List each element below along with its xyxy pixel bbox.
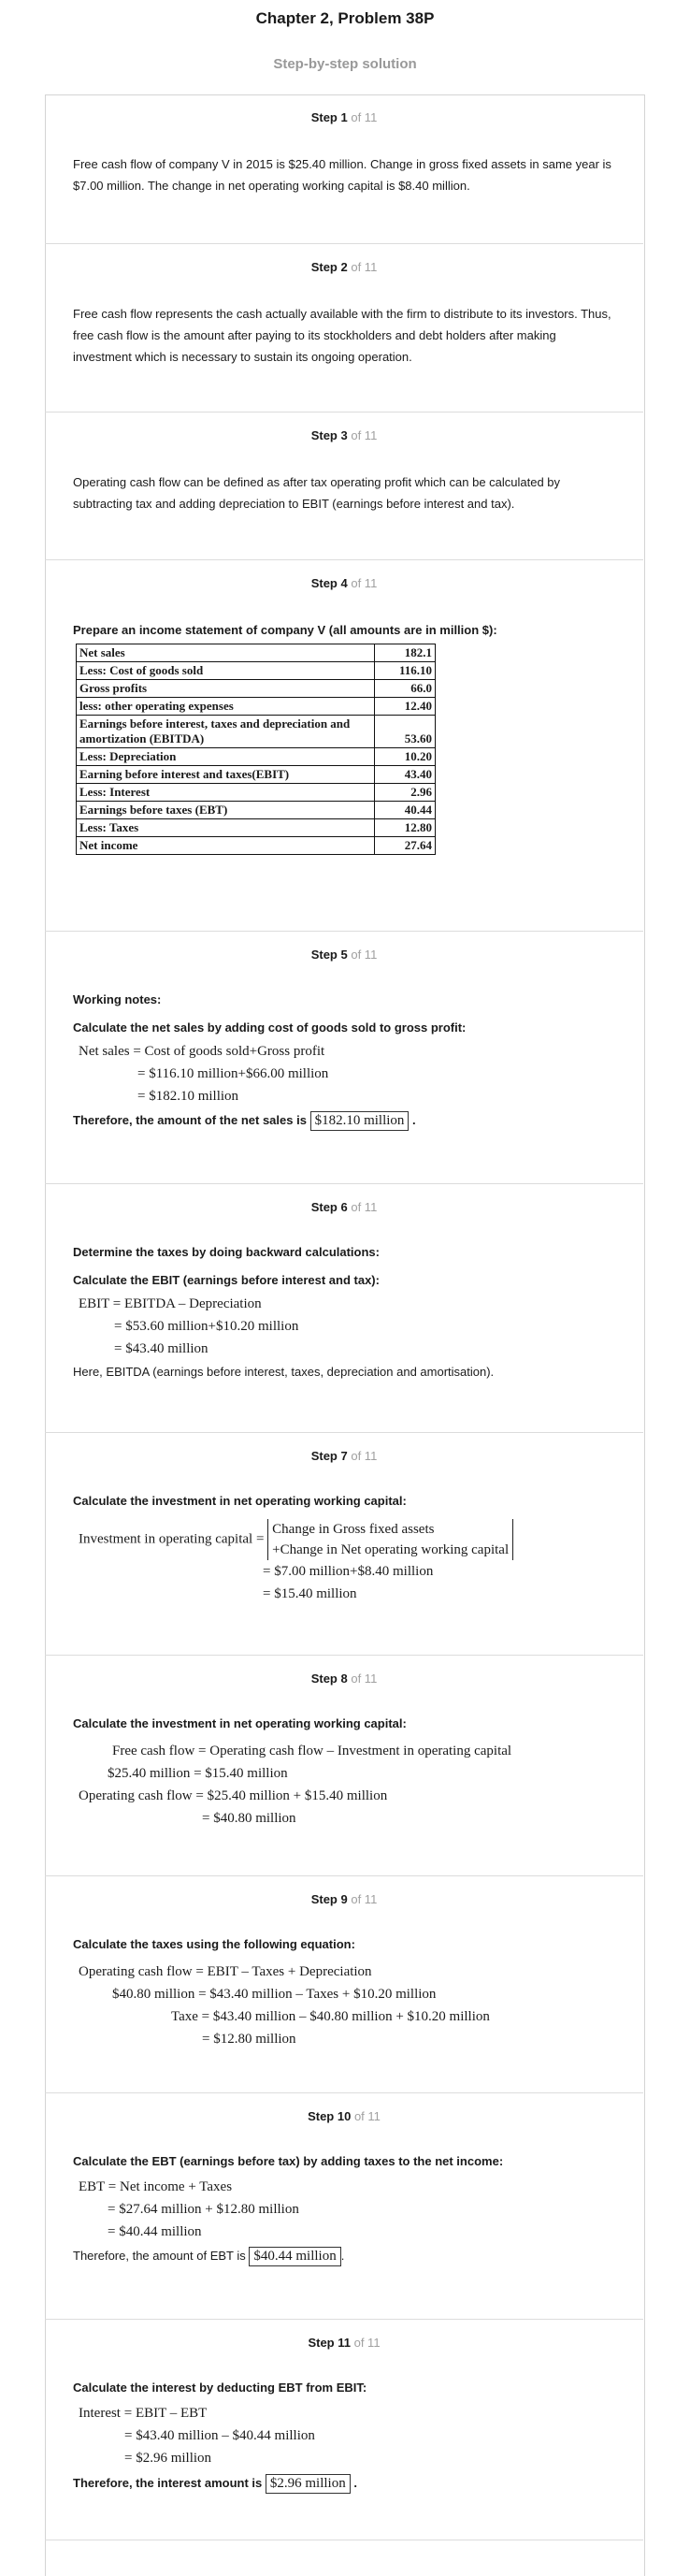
table-row: Earning before interest and taxes(EBIT) 4… <box>76 765 436 784</box>
step-2: Step 2 of 11 Free cash flow represents t… <box>45 244 643 412</box>
equation: EBIT = EBITDA – Depreciation = $53.60 mi… <box>79 1296 299 1356</box>
table-row: Less: Interest 2.96 <box>76 783 436 802</box>
row-value: 12.80 <box>374 818 436 837</box>
step-9: Step 9 of 11 Calculate the taxes using t… <box>45 1876 643 2093</box>
step-header: Step 6 of 11 <box>310 1200 378 1214</box>
step-text: Free cash flow of company V in 2015 is $… <box>73 157 611 193</box>
step-header: Step 7 of 11 <box>310 1449 378 1463</box>
step-subheading: Calculate the EBIT (earnings before inte… <box>73 1273 380 1287</box>
step-heading: Prepare an income statement of company V… <box>73 623 497 637</box>
step-text: Free cash flow represents the cash actua… <box>73 307 611 364</box>
step-header: Step 1 of 11 <box>310 110 378 124</box>
step-1: Step 1 of 11 Free cash flow of company V… <box>45 94 643 244</box>
step-heading: Calculate the interest by deducting EBT … <box>73 2381 367 2395</box>
row-value: 12.40 <box>374 697 436 716</box>
page-header: Chapter 2, Problem 38P Step-by-step solu… <box>0 0 690 77</box>
note: Here, EBITDA (earnings before interest, … <box>73 1365 495 1379</box>
step-heading: Working notes: <box>73 992 162 1006</box>
answer-box: $182.10 million <box>309 1111 410 1131</box>
table-row: Net income 27.64 <box>76 836 436 855</box>
step-3: Step 3 of 11 Operating cash flow can be … <box>45 412 643 560</box>
step-header: Step 4 of 11 <box>310 576 378 590</box>
answer-box: $40.44 million <box>249 2247 341 2266</box>
row-value: 40.44 <box>374 801 436 819</box>
row-value: 2.96 <box>374 783 436 802</box>
step-11: Step 11 of 11 Calculate the interest by … <box>45 2320 643 2540</box>
step-header: Step 2 of 11 <box>310 260 378 274</box>
row-value: 53.60 <box>374 715 436 748</box>
conclusion: Therefore, the amount of the net sales i… <box>73 1109 615 1131</box>
step-4: Step 4 of 11 Prepare an income statement… <box>45 560 643 932</box>
row-label: less: other operating expenses <box>76 697 375 716</box>
equation: Free cash flow = Operating cash flow – I… <box>79 1744 512 1826</box>
row-value: 182.1 <box>374 644 436 662</box>
step-10: Step 10 of 11 Calculate the EBT (earning… <box>45 2093 643 2320</box>
income-statement-table: Net sales 182.1 Less: Cost of goods sold 11… <box>76 644 436 855</box>
row-label: Gross profits <box>76 679 375 698</box>
step-heading: Calculate the investment in net operatin… <box>73 1716 407 1730</box>
table-row: Gross profits 66.0 <box>76 679 436 698</box>
row-value: 66.0 <box>374 679 436 698</box>
bracket-expression: Change in Gross fixed assets +Change in … <box>267 1519 514 1560</box>
row-label: Earnings before interest, taxes and depr… <box>76 715 375 748</box>
equation: Operating cash flow = EBIT – Taxes + Dep… <box>79 1964 490 2047</box>
step-header: Step 5 of 11 <box>310 948 378 962</box>
step-subheading: Calculate the net sales by adding cost o… <box>73 1020 467 1035</box>
step-8: Step 8 of 11 Calculate the investment in… <box>45 1656 643 1876</box>
answer-box: $2.96 million <box>265 2474 351 2494</box>
row-label: Net income <box>76 836 375 855</box>
step-7: Step 7 of 11 Calculate the investment in… <box>45 1433 643 1656</box>
step-6: Step 6 of 11 Determine the taxes by doin… <box>45 1184 643 1433</box>
table-row: Less: Cost of goods sold 116.10 <box>76 661 436 680</box>
table-row: Earnings before taxes (EBT) 40.44 <box>76 801 436 819</box>
step-text: Operating cash flow can be defined as af… <box>73 475 561 511</box>
row-value: 43.40 <box>374 765 436 784</box>
table-row: Less: Taxes 12.80 <box>76 818 436 837</box>
equation: Interest = EBIT – EBT = $43.40 million –… <box>79 2406 315 2466</box>
table-row: less: other operating expenses 12.40 <box>76 697 436 716</box>
table-row: Less: Depreciation 10.20 <box>76 747 436 766</box>
table-row: Net sales 182.1 <box>76 644 436 662</box>
step-heading: Determine the taxes by doing backward ca… <box>73 1245 380 1259</box>
row-label: Net sales <box>76 644 375 662</box>
row-label: Earnings before taxes (EBT) <box>76 801 375 819</box>
row-value: 116.10 <box>374 661 436 680</box>
row-label: Less: Taxes <box>76 818 375 837</box>
step-heading: Calculate the taxes using the following … <box>73 1937 355 1951</box>
conclusion: Therefore, the interest amount is $2.96 … <box>73 2472 615 2494</box>
step-heading: Calculate the EBT (earnings before tax) … <box>73 2154 504 2168</box>
equation: Net sales = Cost of goods sold+Gross pro… <box>79 1044 329 1104</box>
step-5: Step 5 of 11 Working notes: Calculate th… <box>45 932 643 1184</box>
step-header: Step 10 of 11 <box>308 2109 381 2123</box>
row-label: Less: Depreciation <box>76 747 375 766</box>
equation: Investment in operating capital = Change… <box>73 1519 615 1605</box>
page-subtitle: Step-by-step solution <box>273 56 417 72</box>
step-header: Step 11 of 11 <box>308 2336 381 2350</box>
table-row: Earnings before interest, taxes and depr… <box>76 715 436 748</box>
row-value: 10.20 <box>374 747 436 766</box>
row-value: 27.64 <box>374 836 436 855</box>
row-label: Less: Interest <box>76 783 375 802</box>
row-label: Earning before interest and taxes(EBIT) <box>76 765 375 784</box>
step-heading: Calculate the investment in net operatin… <box>73 1494 407 1508</box>
conclusion: Therefore, the amount of EBT is $40.44 m… <box>73 2245 615 2266</box>
step-header: Step 8 of 11 <box>310 1672 378 1686</box>
page-title: Chapter 2, Problem 38P <box>255 9 435 27</box>
step-header: Step 9 of 11 <box>310 1892 378 1906</box>
equation: EBT = Net income + Taxes = $27.64 millio… <box>79 2179 299 2239</box>
step-header: Step 3 of 11 <box>310 428 378 442</box>
row-label: Less: Cost of goods sold <box>76 661 375 680</box>
